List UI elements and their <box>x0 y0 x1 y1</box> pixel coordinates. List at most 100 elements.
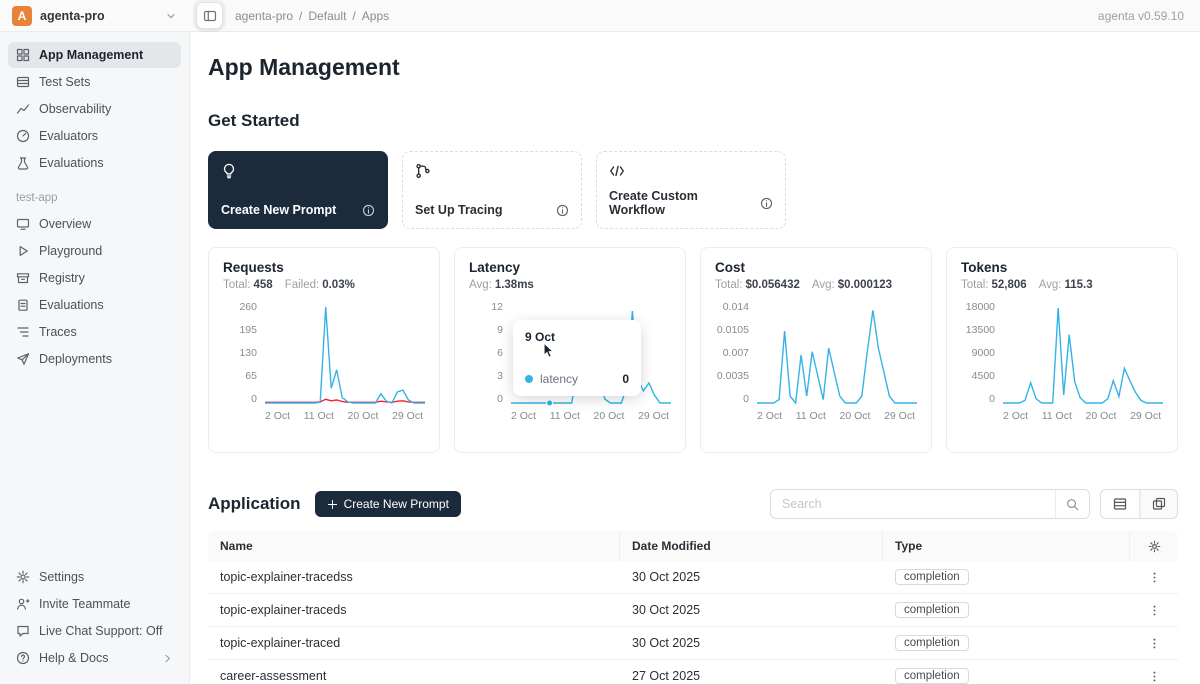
list-tree-icon <box>16 325 30 339</box>
app-date: 30 Oct 2025 <box>620 636 883 650</box>
create-custom-workflow-card[interactable]: Create Custom Workflow <box>596 151 786 229</box>
sidebar-item-test-sets[interactable]: Test Sets <box>8 69 181 95</box>
workspace-name: agenta-pro <box>40 9 105 23</box>
plus-icon <box>327 499 338 510</box>
sidebar-item-label: Playground <box>39 244 102 258</box>
create-new-prompt-button[interactable]: Create New Prompt <box>315 491 461 517</box>
sidebar-item-invite-teammate[interactable]: Invite Teammate <box>8 591 181 617</box>
x-axis: 2 Oct11 Oct20 Oct29 Oct <box>757 405 917 421</box>
app-date: 30 Oct 2025 <box>620 570 883 584</box>
mouse-cursor-icon <box>541 342 556 359</box>
row-actions-button[interactable] <box>1130 600 1178 621</box>
card-label: Create New Prompt <box>221 203 336 217</box>
chevron-right-icon <box>162 653 173 664</box>
app-name: topic-explainer-traced <box>208 636 620 650</box>
y-axis: 0.0140.01050.0070.00350 <box>715 301 757 405</box>
app-name: topic-explainer-tracedss <box>208 570 620 584</box>
sidebar-item-traces[interactable]: Traces <box>8 319 181 345</box>
sidebar-item-label: Deployments <box>39 352 112 366</box>
metric-card-cost: Cost Total:$0.056432 Avg:$0.000123 0.014… <box>700 247 932 453</box>
app-date: 30 Oct 2025 <box>620 603 883 617</box>
row-actions-button[interactable] <box>1130 567 1178 588</box>
sidebar-section-label: test-app <box>16 192 173 204</box>
sidebar-item-deployments[interactable]: Deployments <box>8 346 181 372</box>
view-toggle <box>1100 489 1178 519</box>
requests-chart[interactable] <box>265 301 425 405</box>
metric-title: Latency <box>469 260 671 275</box>
breadcrumb-page[interactable]: Apps <box>362 9 389 23</box>
sidebar-item-help-docs[interactable]: Help & Docs <box>8 645 181 671</box>
metric-title: Tokens <box>961 260 1163 275</box>
table-row[interactable]: topic-explainer-tracedss 30 Oct 2025 com… <box>208 561 1178 594</box>
metric-stats: Total:$0.056432 Avg:$0.000123 <box>715 279 917 291</box>
column-settings-cell[interactable] <box>1130 531 1178 561</box>
column-header-name[interactable]: Name <box>208 531 620 561</box>
help-circle-icon <box>16 651 30 665</box>
user-plus-icon <box>16 597 30 611</box>
card-label: Set Up Tracing <box>415 203 503 217</box>
sidebar-item-label: Evaluators <box>39 129 98 143</box>
chat-bubble-icon <box>16 624 30 638</box>
sidebar-item-overview[interactable]: Overview <box>8 211 181 237</box>
sidebar-item-app-evaluations[interactable]: Evaluations <box>8 292 181 318</box>
search-button[interactable] <box>1055 490 1089 518</box>
sidebar-item-settings[interactable]: Settings <box>8 564 181 590</box>
column-header-type[interactable]: Type <box>883 531 1130 561</box>
cost-chart[interactable] <box>757 301 917 405</box>
beaker-icon <box>16 156 30 170</box>
sidebar-item-evaluations[interactable]: Evaluations <box>8 150 181 176</box>
breadcrumb-workspace[interactable]: agenta-pro <box>235 9 293 23</box>
table-row[interactable]: topic-explainer-traceds 30 Oct 2025 comp… <box>208 594 1178 627</box>
main-content: App Management Get Started Create New Pr… <box>190 32 1200 684</box>
sidebar-item-label: Overview <box>39 217 91 231</box>
table-row[interactable]: career-assessment 27 Oct 2025 completion <box>208 660 1178 684</box>
gear-icon <box>1148 540 1161 553</box>
sidebar-item-registry[interactable]: Registry <box>8 265 181 291</box>
x-axis: 2 Oct11 Oct20 Oct29 Oct <box>1003 405 1163 421</box>
set-up-tracing-card[interactable]: Set Up Tracing <box>402 151 582 229</box>
table-view-button[interactable] <box>1101 490 1139 518</box>
type-badge: completion <box>895 602 969 618</box>
breadcrumb-separator: / <box>352 9 355 23</box>
sidebar-item-label: Live Chat Support: Off <box>39 624 162 638</box>
y-axis: 129630 <box>469 301 511 405</box>
search-box <box>770 489 1090 519</box>
metric-stats: Avg:1.38ms <box>469 279 671 291</box>
sidebar-item-label: Test Sets <box>39 75 90 89</box>
table-view-icon <box>1113 497 1127 511</box>
gauge-icon <box>16 129 30 143</box>
x-axis: 2 Oct11 Oct20 Oct29 Oct <box>265 405 425 421</box>
column-header-date-modified[interactable]: Date Modified <box>620 531 883 561</box>
sidebar-item-live-chat[interactable]: Live Chat Support: Off <box>8 618 181 644</box>
sidebar-item-app-management[interactable]: App Management <box>8 42 181 68</box>
card-view-button[interactable] <box>1139 490 1177 518</box>
sidebar-toggle-button[interactable] <box>196 2 223 29</box>
breadcrumb-project[interactable]: Default <box>308 9 346 23</box>
workspace-selector[interactable]: A agenta-pro <box>0 6 190 26</box>
row-actions-button[interactable] <box>1130 633 1178 654</box>
card-label: Create Custom Workflow <box>609 189 754 217</box>
create-new-prompt-card[interactable]: Create New Prompt <box>208 151 388 229</box>
type-badge: completion <box>895 668 969 684</box>
clipboard-icon <box>16 298 30 312</box>
row-actions-button[interactable] <box>1130 666 1178 684</box>
panel-left-icon <box>203 9 217 23</box>
info-icon[interactable] <box>362 204 375 217</box>
sidebar-item-playground[interactable]: Playground <box>8 238 181 264</box>
sidebar-item-observability[interactable]: Observability <box>8 96 181 122</box>
metric-title: Requests <box>223 260 425 275</box>
table-row[interactable]: topic-explainer-traced 30 Oct 2025 compl… <box>208 627 1178 660</box>
sidebar-item-label: Traces <box>39 325 77 339</box>
grid-icon <box>16 48 30 62</box>
workspace-avatar: A <box>12 6 32 26</box>
tokens-chart[interactable] <box>1003 301 1163 405</box>
lightbulb-icon <box>221 163 375 179</box>
metrics-row: Requests Total:458 Failed:0.03% 26019513… <box>208 247 1178 453</box>
sidebar-item-evaluators[interactable]: Evaluators <box>8 123 181 149</box>
tooltip-series-label: latency <box>540 372 578 386</box>
info-icon[interactable] <box>556 204 569 217</box>
sidebar-item-label: Observability <box>39 102 111 116</box>
app-name: career-assessment <box>208 669 620 683</box>
info-icon[interactable] <box>760 197 773 210</box>
search-input[interactable] <box>771 490 1055 518</box>
